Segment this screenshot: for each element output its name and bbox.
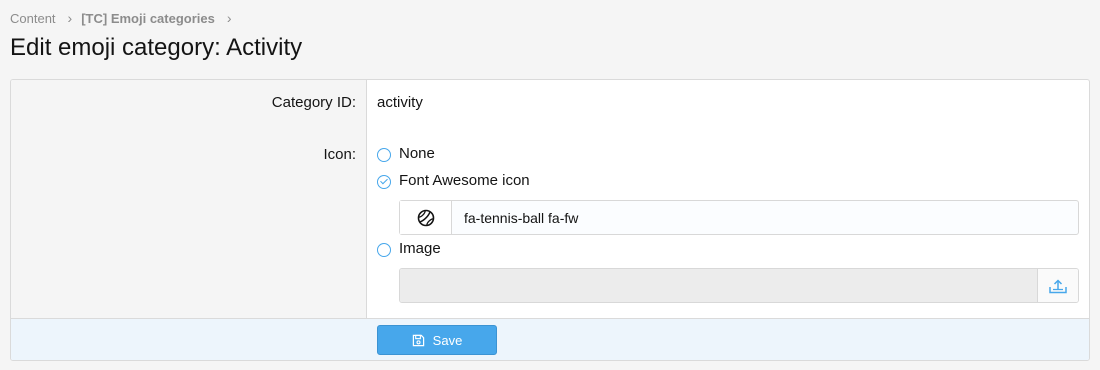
icon-option-none[interactable]: None — [377, 145, 435, 162]
label-column: Category ID: Icon: — [11, 80, 367, 318]
category-id-value: activity — [377, 94, 423, 111]
radio-none[interactable] — [377, 148, 391, 162]
icon-option-image[interactable]: Image — [377, 240, 441, 257]
breadcrumb-item-content[interactable]: Content — [10, 11, 56, 26]
radio-image[interactable] — [377, 243, 391, 257]
icon-option-font-awesome[interactable]: Font Awesome icon — [377, 172, 530, 189]
form-submit-row: Save — [11, 318, 1089, 360]
breadcrumb: Content › [TC] Emoji categories › — [10, 10, 241, 26]
save-icon — [412, 334, 424, 346]
fa-icon-preview — [400, 201, 452, 234]
tennis-ball-icon — [417, 209, 434, 226]
image-path-input[interactable] — [400, 269, 1037, 302]
upload-icon — [1049, 278, 1067, 293]
save-button-label: Save — [432, 332, 463, 348]
save-button[interactable]: Save — [377, 325, 497, 355]
radio-font-awesome[interactable] — [377, 175, 391, 189]
breadcrumb-item-emoji-categories[interactable]: [TC] Emoji categories — [81, 11, 215, 26]
fa-icon-input-group — [399, 200, 1079, 235]
page-title: Edit emoji category: Activity — [10, 34, 303, 61]
image-input-group — [399, 268, 1079, 303]
icon-label: Icon: — [323, 146, 356, 163]
icon-option-font-awesome-label: Font Awesome icon — [399, 172, 530, 189]
edit-form: Category ID: Icon: activity None Font Aw… — [10, 79, 1090, 361]
upload-button[interactable] — [1037, 269, 1078, 302]
icon-option-image-label: Image — [399, 240, 441, 257]
chevron-right-icon: › — [226, 10, 232, 26]
chevron-right-icon: › — [67, 10, 73, 26]
category-id-label: Category ID: — [271, 94, 356, 111]
fa-icon-input[interactable] — [452, 201, 1078, 234]
icon-option-none-label: None — [399, 145, 435, 162]
